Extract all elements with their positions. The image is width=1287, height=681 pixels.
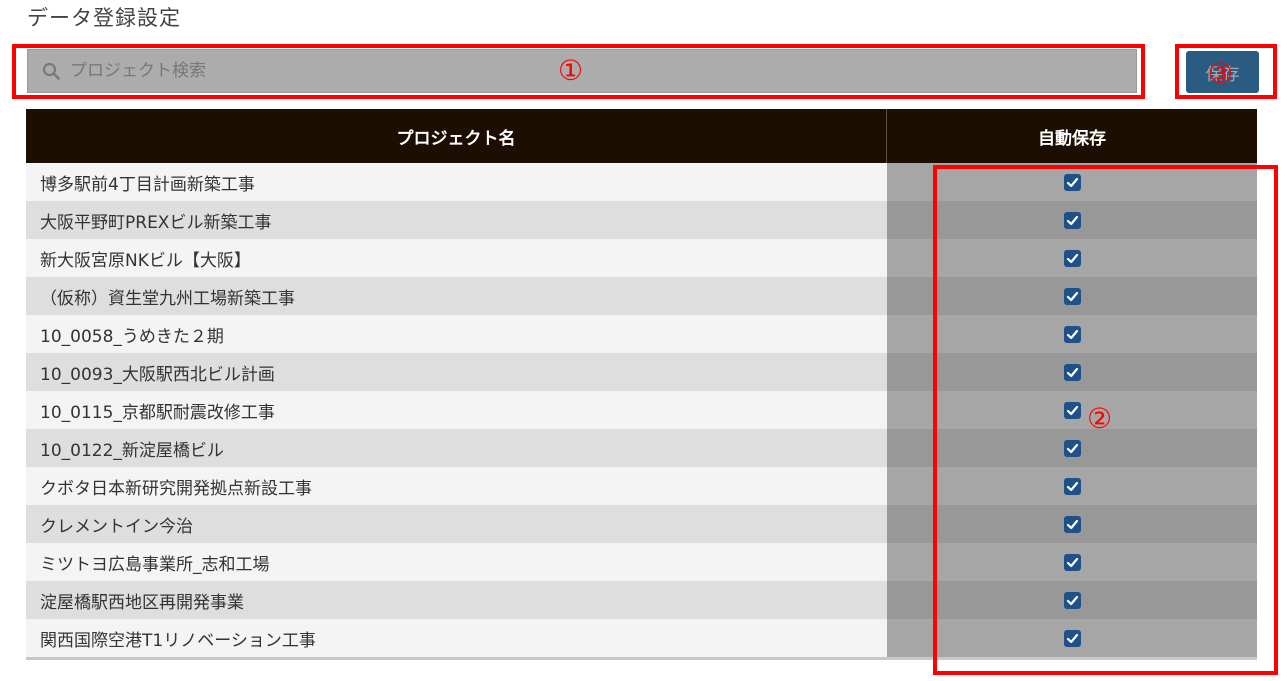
project-name-cell: 博多駅前4丁目計画新築工事 xyxy=(26,163,887,201)
project-name-cell: ミツトヨ広島事業所_志和工場 xyxy=(26,543,887,581)
project-name-cell: 10_0058_うめきた２期 xyxy=(26,315,887,353)
project-name-cell: クレメントイン今治 xyxy=(26,505,887,543)
table-header: プロジェクト名 自動保存 xyxy=(26,109,1257,163)
project-name-cell: 関西国際空港T1リノベーション工事 xyxy=(26,619,887,657)
project-name-cell: 10_0093_大阪駅西北ビル計画 xyxy=(26,353,887,391)
column-header-auto-save: 自動保存 xyxy=(1038,128,1106,149)
project-name-cell: クボタ日本新研究開発拠点新設工事 xyxy=(26,467,887,505)
project-name-cell: 大阪平野町PREXビル新築工事 xyxy=(26,201,887,239)
project-name-cell: 10_0115_京都駅耐震改修工事 xyxy=(26,391,887,429)
project-name-cell: （仮称）資生堂九州工場新築工事 xyxy=(26,277,887,315)
project-name-cell: 淀屋橋駅西地区再開発事業 xyxy=(26,581,887,619)
annotation-marker-1: ① xyxy=(558,54,584,87)
annotation-marker-2: ② xyxy=(1087,402,1113,435)
project-name-cell: 10_0122_新淀屋橋ビル xyxy=(26,429,887,467)
annotation-marker-3: ③ xyxy=(1208,57,1234,90)
project-name-cell: 新大阪宮原NKビル【大阪】 xyxy=(26,239,887,277)
column-header-project-name: プロジェクト名 xyxy=(26,109,887,163)
page-title: データ登録設定 xyxy=(27,6,181,30)
